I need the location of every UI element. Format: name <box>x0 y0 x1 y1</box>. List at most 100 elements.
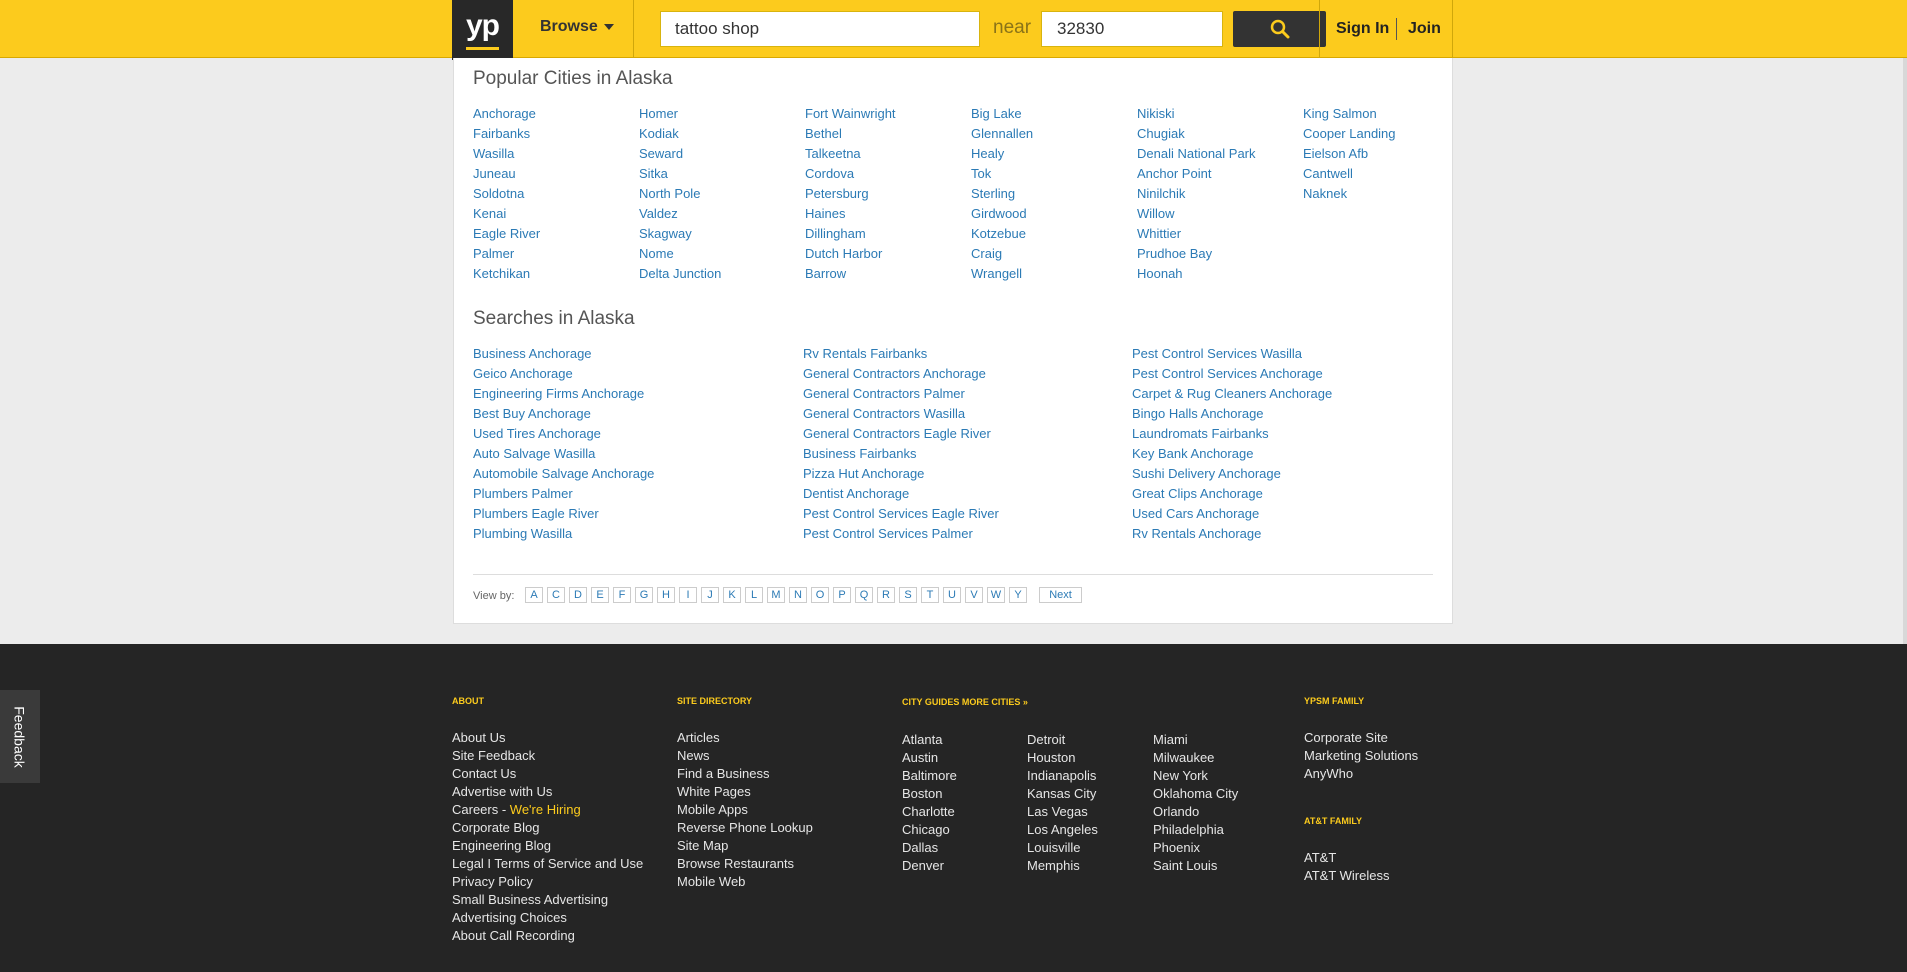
city-link[interactable]: Craig <box>971 246 1002 261</box>
search-link[interactable]: Automobile Salvage Anchorage <box>473 466 654 481</box>
alphabet-letter-link[interactable]: E <box>591 587 609 603</box>
alphabet-letter-link[interactable]: Y <box>1009 587 1027 603</box>
search-link[interactable]: Rv Rentals Fairbanks <box>803 346 927 361</box>
city-link[interactable]: Girdwood <box>971 206 1027 221</box>
footer-city-link[interactable]: Los Angeles <box>1027 822 1098 837</box>
footer-city-link[interactable]: Louisville <box>1027 840 1080 855</box>
city-link[interactable]: Whittier <box>1137 226 1181 241</box>
city-link[interactable]: Juneau <box>473 166 516 181</box>
city-link[interactable]: Kodiak <box>639 126 679 141</box>
city-link[interactable]: Wrangell <box>971 266 1022 281</box>
city-link[interactable]: Willow <box>1137 206 1175 221</box>
search-link[interactable]: Dentist Anchorage <box>803 486 909 501</box>
city-link[interactable]: Cooper Landing <box>1303 126 1396 141</box>
were-hiring-link[interactable]: We're Hiring <box>510 802 581 817</box>
footer-about-link[interactable]: Contact Us <box>452 766 516 781</box>
city-link[interactable]: Fort Wainwright <box>805 106 896 121</box>
city-link[interactable]: Anchorage <box>473 106 536 121</box>
footer-city-link[interactable]: Boston <box>902 786 942 801</box>
footer-directory-link[interactable]: Articles <box>677 730 720 745</box>
footer-directory-link[interactable]: Browse Restaurants <box>677 856 794 871</box>
city-link[interactable]: Dutch Harbor <box>805 246 882 261</box>
alphabet-letter-link[interactable]: R <box>877 587 895 603</box>
alphabet-letter-link[interactable]: F <box>613 587 631 603</box>
footer-city-link[interactable]: Las Vegas <box>1027 804 1088 819</box>
city-link[interactable]: Ninilchik <box>1137 186 1185 201</box>
city-link[interactable]: Ketchikan <box>473 266 530 281</box>
footer-city-link[interactable]: Orlando <box>1153 804 1199 819</box>
footer-city-link[interactable]: Phoenix <box>1153 840 1200 855</box>
city-link[interactable]: Homer <box>639 106 678 121</box>
search-link[interactable]: Carpet & Rug Cleaners Anchorage <box>1132 386 1332 401</box>
city-link[interactable]: Cordova <box>805 166 854 181</box>
alphabet-letter-link[interactable]: N <box>789 587 807 603</box>
search-link[interactable]: Great Clips Anchorage <box>1132 486 1263 501</box>
footer-city-link[interactable]: Oklahoma City <box>1153 786 1238 801</box>
city-link[interactable]: Barrow <box>805 266 846 281</box>
footer-about-link[interactable]: Site Feedback <box>452 748 535 763</box>
city-link[interactable]: King Salmon <box>1303 106 1377 121</box>
search-link[interactable]: General Contractors Palmer <box>803 386 965 401</box>
city-link[interactable]: Anchor Point <box>1137 166 1211 181</box>
alphabet-letter-link[interactable]: Q <box>855 587 873 603</box>
search-link[interactable]: Engineering Firms Anchorage <box>473 386 644 401</box>
footer-about-link[interactable]: Privacy Policy <box>452 874 533 889</box>
city-link[interactable]: Nikiski <box>1137 106 1175 121</box>
city-link[interactable]: Healy <box>971 146 1004 161</box>
city-link[interactable]: Valdez <box>639 206 678 221</box>
city-link[interactable]: Cantwell <box>1303 166 1353 181</box>
search-link[interactable]: Used Tires Anchorage <box>473 426 601 441</box>
city-link[interactable]: Glennallen <box>971 126 1033 141</box>
search-link[interactable]: Pest Control Services Wasilla <box>1132 346 1302 361</box>
search-link[interactable]: Best Buy Anchorage <box>473 406 591 421</box>
footer-city-link[interactable]: Chicago <box>902 822 950 837</box>
city-link[interactable]: Kotzebue <box>971 226 1026 241</box>
city-link[interactable]: Bethel <box>805 126 842 141</box>
footer-city-link[interactable]: Houston <box>1027 750 1075 765</box>
city-link[interactable]: Talkeetna <box>805 146 861 161</box>
search-link[interactable]: Geico Anchorage <box>473 366 573 381</box>
city-link[interactable]: Skagway <box>639 226 692 241</box>
search-input[interactable]: tattoo shop <box>660 11 980 47</box>
city-link[interactable]: Denali National Park <box>1137 146 1256 161</box>
footer-yp-family-link[interactable]: AnyWho <box>1304 766 1353 781</box>
footer-city-link[interactable]: Austin <box>902 750 938 765</box>
city-link[interactable]: Fairbanks <box>473 126 530 141</box>
alphabet-letter-link[interactable]: L <box>745 587 763 603</box>
city-link[interactable]: Palmer <box>473 246 514 261</box>
city-link[interactable]: Sitka <box>639 166 668 181</box>
footer-city-link[interactable]: Charlotte <box>902 804 955 819</box>
footer-city-link[interactable]: Indianapolis <box>1027 768 1096 783</box>
footer-city-link[interactable]: New York <box>1153 768 1208 783</box>
footer-att-family-link[interactable]: AT&T <box>1304 850 1336 865</box>
footer-att-family-link[interactable]: AT&T Wireless <box>1304 868 1389 883</box>
footer-city-link[interactable]: Saint Louis <box>1153 858 1217 873</box>
search-link[interactable]: Plumbers Palmer <box>473 486 573 501</box>
yp-logo[interactable]: yp <box>452 0 513 60</box>
city-link[interactable]: Hoonah <box>1137 266 1183 281</box>
alphabet-letter-link[interactable]: C <box>547 587 565 603</box>
city-link[interactable]: Naknek <box>1303 186 1347 201</box>
city-link[interactable]: Kenai <box>473 206 506 221</box>
footer-about-link[interactable]: About Call Recording <box>452 928 575 943</box>
city-link[interactable]: North Pole <box>639 186 700 201</box>
alphabet-letter-link[interactable]: K <box>723 587 741 603</box>
footer-city-link[interactable]: Memphis <box>1027 858 1080 873</box>
search-link[interactable]: Auto Salvage Wasilla <box>473 446 595 461</box>
search-link[interactable]: Business Anchorage <box>473 346 592 361</box>
alphabet-letter-link[interactable]: T <box>921 587 939 603</box>
search-link[interactable]: General Contractors Anchorage <box>803 366 986 381</box>
search-link[interactable]: Key Bank Anchorage <box>1132 446 1253 461</box>
footer-directory-link[interactable]: Find a Business <box>677 766 770 781</box>
alphabet-letter-link[interactable]: O <box>811 587 829 603</box>
footer-about-link[interactable]: Advertise with Us <box>452 784 552 799</box>
footer-about-link[interactable]: Careers - We're Hiring <box>452 802 581 817</box>
footer-about-link[interactable]: Legal I Terms of Service and Use <box>452 856 643 871</box>
footer-city-link[interactable]: Denver <box>902 858 944 873</box>
alphabet-letter-link[interactable]: W <box>987 587 1005 603</box>
search-link[interactable]: Pizza Hut Anchorage <box>803 466 924 481</box>
search-link[interactable]: Pest Control Services Palmer <box>803 526 973 541</box>
footer-city-link[interactable]: Baltimore <box>902 768 957 783</box>
footer-city-guides-heading[interactable]: CITY GUIDES More Cities » <box>902 697 1028 707</box>
search-link[interactable]: Laundromats Fairbanks <box>1132 426 1269 441</box>
